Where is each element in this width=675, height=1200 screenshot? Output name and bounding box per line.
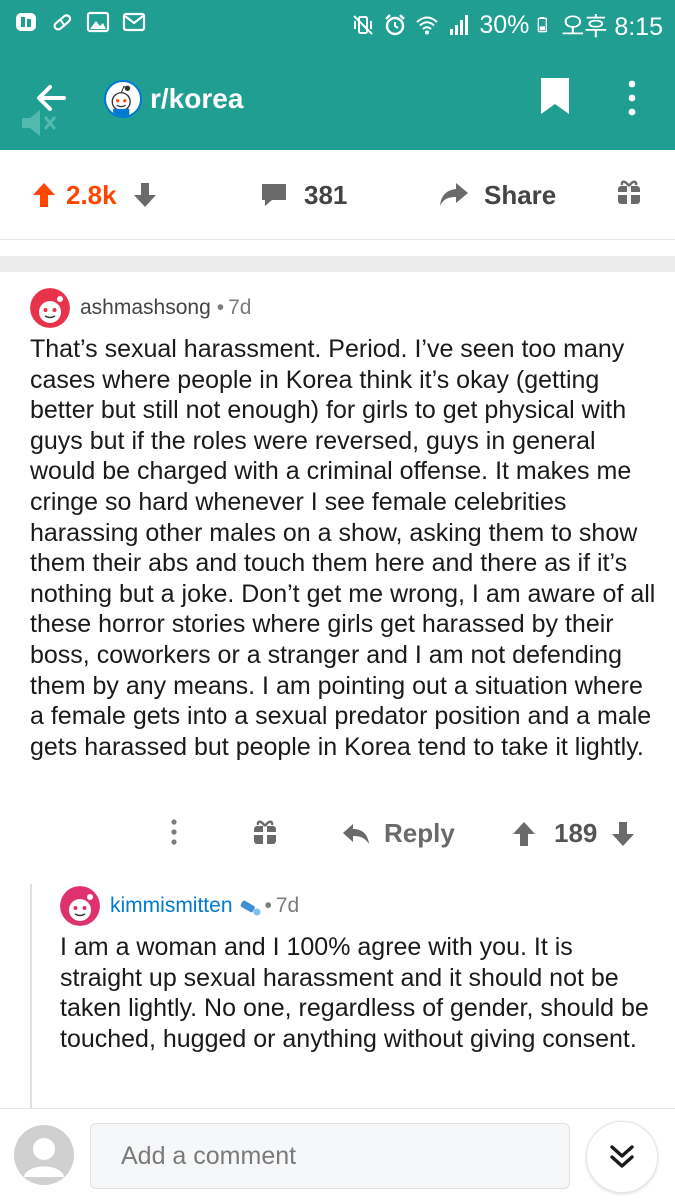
- gift-award-icon: [254, 820, 276, 844]
- comment-award-button[interactable]: [252, 818, 278, 846]
- next-comment-button[interactable]: [586, 1121, 658, 1193]
- comment-separator: •: [264, 894, 272, 917]
- comment-author[interactable]: ashmashsong: [80, 296, 211, 320]
- comment-body: That’s sexual harassment. Period. I’ve s…: [30, 335, 656, 761]
- upvote-icon[interactable]: [32, 181, 56, 209]
- comment-separator: •: [216, 296, 225, 319]
- post-comments-button[interactable]: 381: [260, 178, 347, 212]
- more-vertical-icon: [171, 819, 177, 845]
- signal-icon: [450, 15, 469, 35]
- award-button[interactable]: [616, 178, 642, 206]
- comment-composer: [0, 1108, 675, 1200]
- alarm-icon: [385, 14, 406, 36]
- subreddit-icon[interactable]: [104, 80, 142, 118]
- post-vote-count: 2.8k: [66, 180, 117, 210]
- wifi-icon: [416, 16, 439, 35]
- comment-age: 7d: [228, 296, 252, 319]
- subreddit-name[interactable]: r/korea: [150, 80, 243, 118]
- app-bar: r/korea: [0, 46, 675, 150]
- section-divider: [0, 256, 675, 272]
- share-label: Share: [484, 180, 557, 210]
- comment-header: kimmismitten • 7d: [60, 886, 660, 926]
- reply-comment: kimmismitten • 7d I am a woman and I 100…: [60, 886, 660, 1054]
- comment: ashmashsong • 7d That’s sexual harassmen…: [30, 288, 660, 762]
- upvote-icon[interactable]: [512, 820, 536, 848]
- status-notifications: [14, 10, 146, 34]
- avatar[interactable]: [30, 288, 70, 328]
- pill-icon: [53, 14, 72, 31]
- clock: 오후 8:15: [561, 13, 663, 41]
- comment-age: 7d: [275, 894, 300, 917]
- battery-percent: 30%: [479, 10, 530, 39]
- more-options-icon[interactable]: [620, 78, 644, 118]
- comment-author[interactable]: kimmismitten: [110, 894, 233, 918]
- image-icon: [86, 11, 110, 33]
- user-placeholder-icon: [24, 1138, 64, 1177]
- battery-icon: [538, 17, 548, 33]
- comment-body: I am a woman and I 100% agree with you. …: [60, 933, 649, 1053]
- comment-score: 189: [554, 818, 598, 848]
- thread-line[interactable]: [30, 884, 32, 1110]
- avatar[interactable]: [60, 886, 100, 926]
- share-button[interactable]: Share: [438, 178, 556, 212]
- comment-action-bar: Reply 189: [0, 806, 675, 866]
- downvote-icon[interactable]: [133, 181, 157, 209]
- share-arrow-icon: [440, 183, 468, 206]
- reply-button[interactable]: Reply: [342, 818, 455, 849]
- gift-award-icon: [618, 180, 640, 204]
- app-notification-icon: [16, 13, 36, 31]
- snoo-icon: [111, 85, 131, 116]
- comment-bubble-icon: [262, 184, 286, 206]
- snoo-avatar-icon: [60, 886, 100, 926]
- post-action-bar: 2.8k 381 Share: [0, 150, 675, 240]
- reply-arrow-icon: [343, 823, 369, 844]
- post-comment-count: 381: [304, 180, 348, 210]
- status-bar: 30% 오후 8:15: [0, 0, 675, 46]
- moderator-badge-icon: [240, 900, 261, 916]
- snoo-avatar-icon: [30, 288, 70, 328]
- comment-more-button[interactable]: [164, 818, 184, 846]
- mail-icon: [122, 12, 146, 32]
- comment-vote-group: 189: [512, 818, 635, 849]
- comment-header: ashmashsong • 7d: [30, 288, 660, 328]
- user-avatar[interactable]: [14, 1125, 74, 1185]
- bookmark-icon[interactable]: [538, 76, 572, 116]
- vibrate-mute-icon: [353, 15, 374, 35]
- add-comment-input[interactable]: [90, 1123, 570, 1189]
- speaker-mute-icon[interactable]: [18, 106, 58, 140]
- downvote-icon[interactable]: [611, 820, 635, 848]
- post-vote-group: 2.8k: [32, 178, 157, 212]
- double-chevron-down-icon: [610, 1145, 634, 1168]
- reply-label: Reply: [384, 818, 455, 848]
- status-system: 30% 오후 8:15: [351, 7, 663, 43]
